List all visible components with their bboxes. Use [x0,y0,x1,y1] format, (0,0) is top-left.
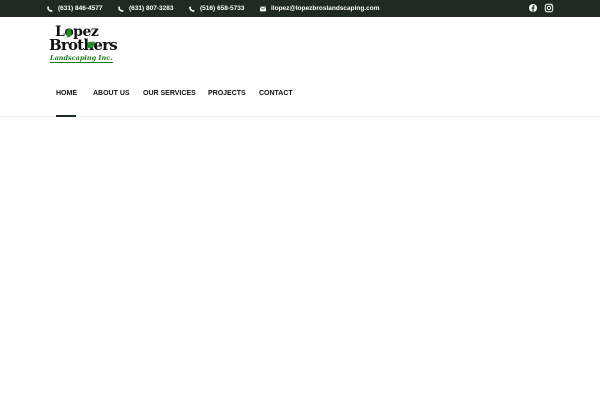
nav-about-us[interactable]: ABOUT US [93,90,130,97]
facebook-icon[interactable] [528,3,538,13]
nav-home[interactable]: HOME [56,90,77,97]
phone-icon [189,5,195,12]
phone-contact-2[interactable]: (631) 807-3283 [118,0,173,17]
email-icon [260,6,266,11]
site-header: Lopez Brothers Landscaping Inc. HOME ABO… [0,17,600,117]
main-content [0,117,600,400]
company-logo[interactable]: Lopez Brothers Landscaping Inc. [49,24,118,68]
phone-number-2: (631) 807-3283 [129,5,174,12]
logo-line-landscaping: Landscaping Inc. [50,54,113,63]
phone-contact-3[interactable]: (516) 658-5733 [189,0,244,17]
email-address: ilopez@lopezbroslandscaping.com [271,5,380,12]
nav-contact[interactable]: CONTACT [259,90,293,97]
phone-number-1: (631) 846-4577 [58,5,103,12]
instagram-icon[interactable] [544,3,554,13]
phone-contact-1[interactable]: (631) 846-4577 [47,0,102,17]
phone-icon [118,5,124,12]
phone-icon [47,5,53,12]
logo-line-brothers: Brothers [49,36,118,54]
email-contact[interactable]: ilopez@lopezbroslandscaping.com [260,0,380,17]
nav-our-services[interactable]: OUR SERVICES [143,90,196,97]
top-bar: (631) 846-4577 (631) 807-3283 (516) 658-… [0,0,600,17]
nav-projects[interactable]: PROJECTS [208,90,246,97]
phone-number-3: (516) 658-5733 [200,5,245,12]
